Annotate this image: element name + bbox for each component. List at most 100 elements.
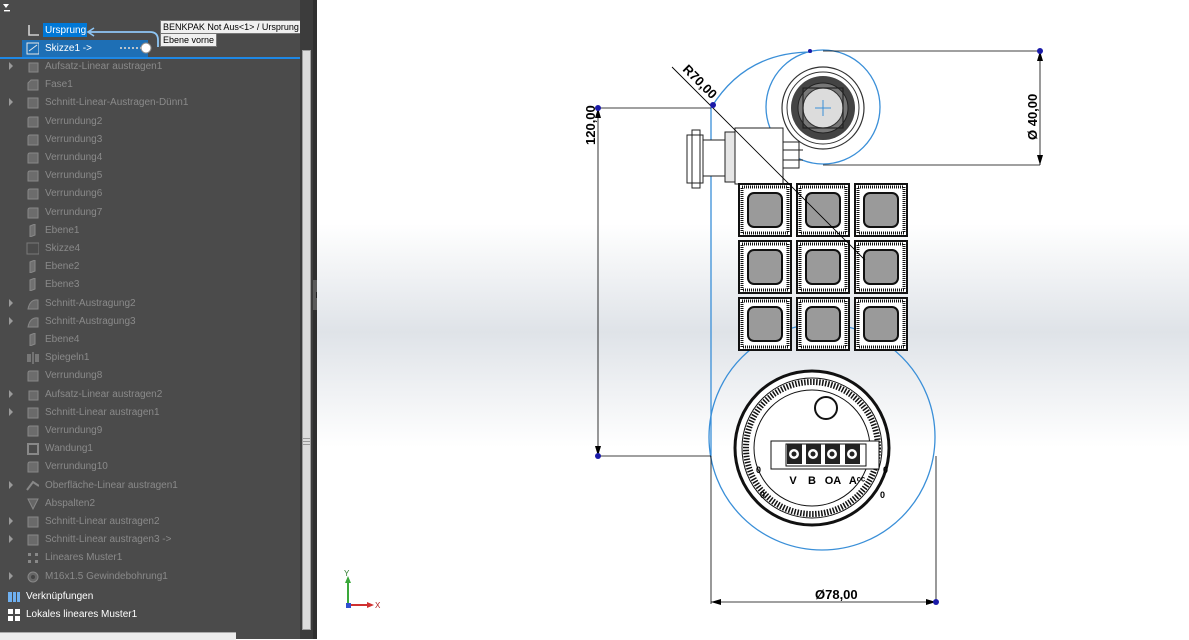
sketch-canvas[interactable]: V B OA Aᶜᶜ 0 0 0 0 R70,00 120,00 Ø 40,00… bbox=[317, 0, 1189, 639]
tree-item-label: Schnitt-Linear austragen1 bbox=[45, 406, 160, 418]
surface-extrude-icon bbox=[26, 480, 39, 491]
tree-item-ebene3[interactable]: Ebene3 bbox=[0, 276, 300, 294]
axis-triad: Y X bbox=[344, 569, 381, 610]
tooltip-plane: Ebene vorne bbox=[160, 33, 218, 47]
tree-item-schnitt-austragung3[interactable]: Schnitt-Austragung3 bbox=[0, 313, 300, 331]
tree-item-spiegeln1[interactable]: Spiegeln1 bbox=[0, 349, 300, 367]
sketch-icon bbox=[26, 242, 39, 255]
tree-item-verrundung8[interactable]: Verrundung8 bbox=[0, 367, 300, 385]
tree-item-label: Verrundung7 bbox=[45, 206, 103, 218]
fillet-icon bbox=[27, 170, 39, 182]
dimension-dia-large-text[interactable]: Ø78,00 bbox=[815, 587, 858, 602]
tree-item-verrundung5[interactable]: Verrundung5 bbox=[0, 167, 300, 185]
mates-icon bbox=[8, 592, 20, 602]
tree-item-fase1[interactable]: Fase1 bbox=[0, 76, 300, 94]
expand-arrow-icon[interactable] bbox=[9, 298, 13, 307]
plane-icon bbox=[29, 333, 36, 346]
keypad-key bbox=[738, 297, 792, 351]
tree-item-label: Verrundung2 bbox=[45, 115, 103, 127]
expand-arrow-icon[interactable] bbox=[9, 480, 13, 489]
tree-item-verrundung7[interactable]: Verrundung7 bbox=[0, 204, 300, 222]
tree-item-label: Ebene2 bbox=[45, 261, 80, 273]
tree-filter-icon[interactable] bbox=[2, 2, 12, 14]
tree-item-label: Lokales lineares Muster1 bbox=[26, 609, 138, 620]
expand-arrow-icon[interactable] bbox=[9, 517, 13, 525]
tree-item-label: Verrundung4 bbox=[45, 152, 103, 163]
tree-item-label: M16x1.5 Gewindebohrung1 bbox=[45, 570, 168, 582]
tree-item-aufsatz-linear-austragen1[interactable]: Aufsatz-Linear austragen1 bbox=[0, 58, 300, 76]
dial-label-oa: OA bbox=[825, 475, 842, 487]
expand-arrow-icon[interactable] bbox=[9, 571, 13, 580]
expand-arrow-icon[interactable] bbox=[9, 316, 13, 325]
tree-item-label: Verrundung6 bbox=[45, 188, 103, 200]
tree-item-verrundung2[interactable]: Verrundung2 bbox=[0, 113, 300, 131]
keypad-key bbox=[738, 183, 792, 237]
tree-item-lineares-muster1[interactable]: Lineares Muster1 bbox=[0, 549, 300, 567]
tree-item-label: Skizze4 bbox=[45, 243, 81, 254]
dial-label-acc: Aᶜᶜ bbox=[849, 475, 865, 487]
axis-y-label: Y bbox=[344, 569, 350, 578]
scroll-grip-icon bbox=[303, 438, 310, 446]
feature-tree: Ursprung Skizze1 -> BENKPAK Not Aus<1> /… bbox=[0, 0, 313, 639]
split-icon bbox=[27, 498, 39, 510]
hole-wizard-icon bbox=[27, 571, 39, 583]
tree-item-ebene2[interactable]: Ebene2 bbox=[0, 258, 300, 276]
tree-item-label: Wandung1 bbox=[45, 443, 93, 455]
tree-item-schnitt-linear-austragen3[interactable]: Schnitt-Linear austragen3 -> bbox=[0, 531, 300, 549]
dial-number: 0 bbox=[756, 465, 761, 475]
tree-item-skizze4[interactable]: Skizze4 bbox=[0, 240, 300, 258]
tree-item-wandung1[interactable]: Wandung1 bbox=[0, 440, 300, 458]
axis-x-label: X bbox=[375, 601, 381, 610]
expand-arrow-icon[interactable] bbox=[9, 62, 13, 70]
tree-item-schnitt-linear-austragen1[interactable]: Schnitt-Linear austragen1 bbox=[0, 404, 300, 422]
tree-item-mates[interactable]: Verknüpfungen bbox=[0, 588, 300, 606]
fillet-icon bbox=[27, 461, 39, 473]
expand-arrow-icon[interactable] bbox=[9, 535, 13, 544]
expand-arrow-icon[interactable] bbox=[9, 389, 13, 398]
graphics-area[interactable]: V B OA Aᶜᶜ 0 0 0 0 R70,00 120,00 Ø 40,00… bbox=[317, 0, 1189, 639]
tree-item-oberfl-che-linear-austragen1[interactable]: Oberfläche-Linear austragen1 bbox=[0, 477, 300, 495]
tree-item-abspalten2[interactable]: Abspalten2 bbox=[0, 495, 300, 513]
tree-item-label: Verrundung10 bbox=[45, 461, 108, 473]
tree-item-label: Spiegeln1 bbox=[45, 352, 90, 364]
tree-item-verrundung6[interactable]: Verrundung6 bbox=[0, 185, 300, 203]
dimension-radius-text[interactable]: R70,00 bbox=[680, 62, 720, 102]
tree-item-verrundung3[interactable]: Verrundung3 bbox=[0, 131, 300, 149]
fillet-icon bbox=[27, 152, 39, 164]
expand-arrow-icon[interactable] bbox=[9, 407, 13, 416]
tree-item-verrundung10[interactable]: Verrundung10 bbox=[0, 458, 300, 476]
dial-number: 0 bbox=[760, 490, 765, 500]
tree-item-label: Verrundung3 bbox=[45, 133, 103, 145]
extrude-icon bbox=[28, 390, 39, 401]
tree-item-label: Fase1 bbox=[45, 79, 73, 91]
fillet-icon bbox=[27, 207, 39, 219]
dimension-dia-small-text[interactable]: Ø 40,00 bbox=[1025, 94, 1040, 140]
dial-number: 0 bbox=[880, 490, 885, 500]
expand-arrow-icon[interactable] bbox=[9, 98, 13, 107]
rotary-knob-top bbox=[781, 66, 865, 150]
cut-extrude-icon bbox=[27, 97, 39, 109]
fillet-icon bbox=[27, 370, 39, 382]
tree-scroll-thumb[interactable] bbox=[302, 50, 311, 630]
tree-item-ebene1[interactable]: Ebene1 bbox=[0, 222, 300, 240]
dimension-height-text[interactable]: 120,00 bbox=[583, 105, 598, 145]
linear-pattern-icon bbox=[28, 553, 38, 564]
tree-item-label: Ebene4 bbox=[45, 334, 80, 345]
shell-icon bbox=[27, 443, 39, 456]
tree-item-local-pattern[interactable]: Lokales lineares Muster1 bbox=[0, 606, 300, 624]
keypad-key bbox=[796, 240, 850, 294]
tree-item-schnitt-linear-austragen2[interactable]: Schnitt-Linear austragen2 bbox=[0, 513, 300, 531]
keypad-key bbox=[796, 183, 850, 237]
tree-item-verrundung9[interactable]: Verrundung9 bbox=[0, 422, 300, 440]
tree-item-ebene4[interactable]: Ebene4 bbox=[0, 331, 300, 349]
plane-icon bbox=[29, 223, 36, 237]
tree-item-label: Aufsatz-Linear austragen2 bbox=[45, 388, 163, 400]
tree-item-m16x1-5-gewindebohrung1[interactable]: M16x1.5 Gewindebohrung1 bbox=[0, 568, 300, 586]
cut-extrude-icon bbox=[27, 516, 39, 528]
tree-item-schnitt-austragung2[interactable]: Schnitt-Austragung2 bbox=[0, 295, 300, 313]
tree-item-aufsatz-linear-austragen2[interactable]: Aufsatz-Linear austragen2 bbox=[0, 386, 300, 404]
tree-item-verrundung4[interactable]: Verrundung4 bbox=[0, 149, 300, 167]
tree-item-schnitt-linear-austragen-d-nn1[interactable]: Schnitt-Linear-Austragen-Dünn1 bbox=[0, 94, 300, 112]
sketch-icon bbox=[26, 42, 39, 55]
rotary-dial: V B OA Aᶜᶜ 0 0 0 0 bbox=[733, 369, 891, 527]
